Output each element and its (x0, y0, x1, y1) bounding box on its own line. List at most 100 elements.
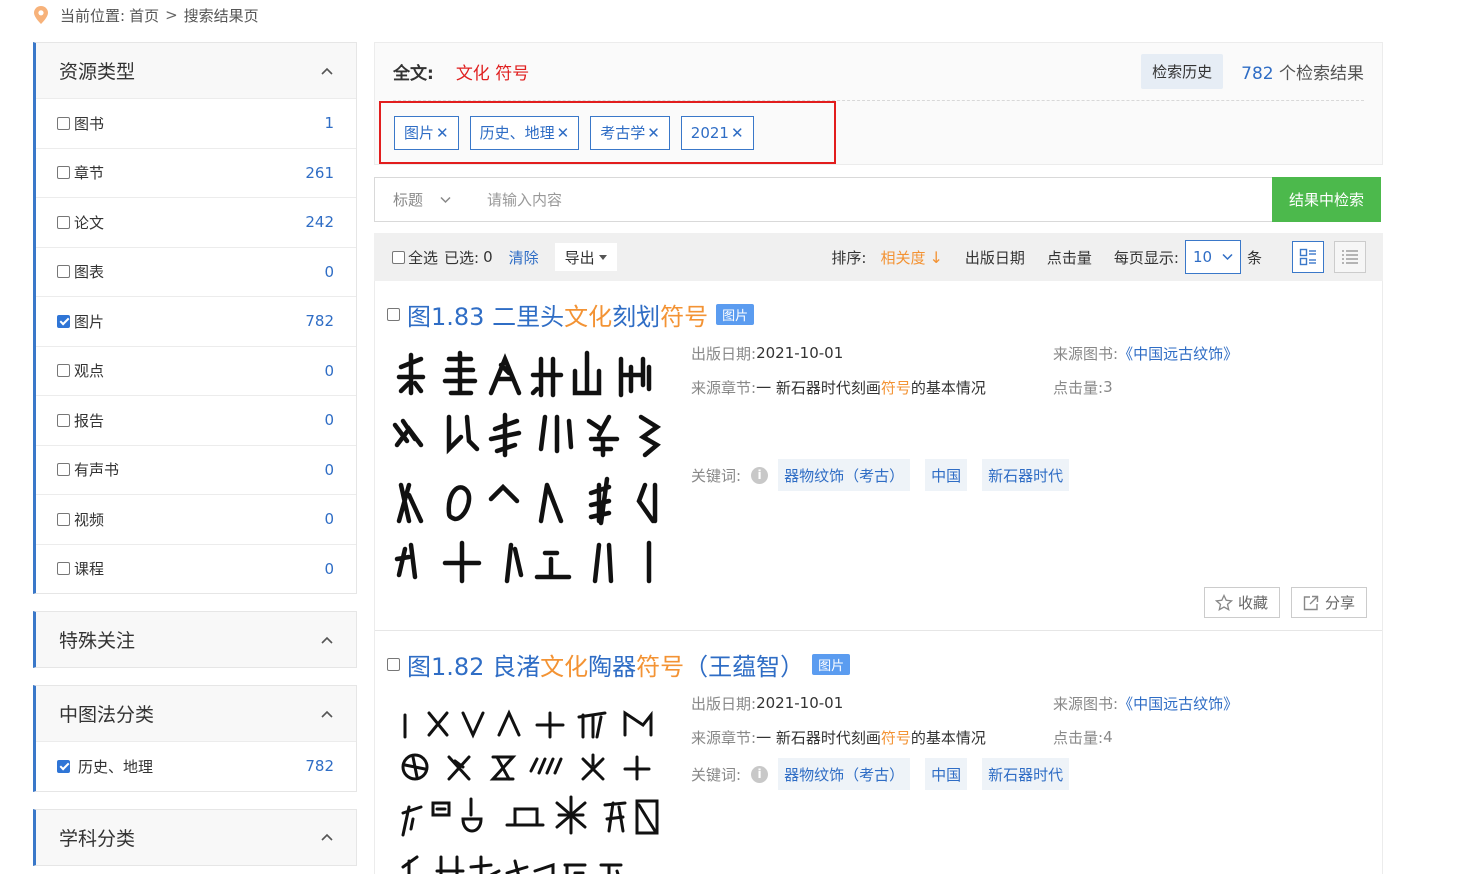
subject-header[interactable]: 学科分类 (36, 809, 356, 865)
close-icon[interactable]: ✕ (557, 124, 570, 142)
filter-label: 图表 (57, 261, 104, 282)
share-button[interactable]: 分享 (1290, 587, 1367, 618)
result-checkbox[interactable] (387, 658, 400, 671)
title-text[interactable]: 图1.82 良渚 (407, 647, 540, 682)
filter-row[interactable]: 章节 261 (36, 147, 356, 198)
keyword-tag[interactable]: 新石器时代 (982, 758, 1070, 790)
filter-row[interactable]: 论文 242 (36, 197, 356, 247)
filter-count: 0 (324, 460, 334, 479)
resource-type-header[interactable]: 资源类型 (36, 43, 356, 98)
chevron-up-icon[interactable] (320, 830, 334, 844)
per-page-select[interactable]: 10 (1184, 240, 1241, 274)
filter-label: 报告 (57, 410, 104, 431)
filter-tag[interactable]: 2021 ✕ (680, 115, 754, 150)
filter-row[interactable]: 图片 782 (36, 296, 356, 346)
title-highlight[interactable]: 符号 (660, 297, 708, 332)
sort-arrow-icon[interactable]: ↓ (929, 248, 942, 267)
filter-row[interactable]: 图书 1 (36, 98, 356, 148)
per-page-value: 10 (1192, 248, 1213, 266)
chevron-up-icon[interactable] (320, 633, 334, 647)
favorite-button[interactable]: 收藏 (1203, 587, 1280, 618)
title-text[interactable]: 陶器 (588, 647, 636, 682)
filter-tag-label: 图片 (404, 124, 435, 142)
filter-count: 1 (324, 114, 334, 133)
result-checkbox[interactable] (387, 308, 400, 321)
special-panel: 特殊关注 (33, 611, 357, 668)
checkbox[interactable] (57, 265, 70, 279)
title-text[interactable]: 图1.83 二里头 (407, 297, 564, 332)
filter-tag[interactable]: 图片 ✕ (394, 115, 459, 150)
detail-view-button[interactable] (1292, 241, 1324, 273)
filter-row[interactable]: 观点 0 (36, 345, 356, 396)
keyword-tag[interactable]: 新石器时代 (982, 459, 1070, 491)
result-thumbnail-image[interactable] (387, 345, 667, 585)
filter-label: 历史、地理 (57, 756, 153, 777)
source-chapter-value[interactable]: 一 新石器时代刻画符号的基本情况 (756, 727, 986, 748)
list-view-button[interactable] (1334, 241, 1366, 273)
sort-relevance[interactable]: 相关度 (880, 247, 925, 268)
title-highlight[interactable]: 符号 (636, 647, 684, 682)
source-book-link[interactable]: 《中国远古纹饰》 (1118, 343, 1238, 364)
title-text[interactable]: （王蕴智） (684, 647, 804, 682)
keyword-tag[interactable]: 器物纹饰（考古） (778, 758, 911, 790)
star-icon (1214, 593, 1233, 611)
checkbox[interactable] (57, 759, 70, 773)
result-meta-right: 来源图书: 《中国远古纹饰》 点击量: 3 (1053, 336, 1238, 404)
export-dropdown[interactable]: 导出 (554, 243, 617, 271)
checkbox[interactable] (57, 314, 70, 328)
info-icon[interactable]: i (751, 765, 769, 783)
title-text[interactable]: 刻划 (612, 297, 660, 332)
checkbox[interactable] (57, 215, 70, 229)
info-icon[interactable]: i (751, 466, 769, 484)
filter-row[interactable]: 视频 0 (36, 494, 356, 544)
keyword-tag[interactable]: 器物纹饰（考古） (778, 459, 911, 491)
keyword-tag[interactable]: 中国 (925, 459, 968, 491)
checkbox[interactable] (57, 512, 70, 526)
filter-tag[interactable]: 考古学 ✕ (590, 115, 670, 150)
clear-selection-link[interactable]: 清除 (509, 247, 539, 268)
chevron-up-icon[interactable] (320, 707, 334, 721)
result-count: 782 个检索结果 (1241, 59, 1364, 84)
checkbox[interactable] (57, 364, 70, 378)
source-chapter-value[interactable]: 一 新石器时代刻画符号的基本情况 (756, 377, 986, 398)
per-page-unit: 条 (1246, 248, 1262, 267)
filter-tag[interactable]: 历史、地理 ✕ (469, 115, 580, 150)
filter-row[interactable]: 历史、地理 782 (36, 741, 356, 791)
close-icon[interactable]: ✕ (731, 124, 744, 142)
chevron-up-icon[interactable] (320, 64, 334, 78)
keywords-label: 关键词: (691, 466, 742, 485)
result-title[interactable]: 图1.82 良渚 文化 陶器 符号 （王蕴智） 图片 (387, 647, 851, 682)
checkbox[interactable] (57, 413, 70, 427)
search-input[interactable] (465, 178, 1272, 221)
result-thumbnail-image[interactable] (387, 695, 667, 874)
checkbox[interactable] (57, 463, 70, 477)
close-icon[interactable]: ✕ (436, 124, 449, 142)
close-icon[interactable]: ✕ (647, 124, 660, 142)
pub-date-label: 出版日期: (691, 694, 757, 713)
clc-header[interactable]: 中图法分类 (36, 686, 356, 741)
select-all-label[interactable]: 全选 (408, 247, 438, 268)
checkbox[interactable] (57, 562, 70, 576)
chapter-text: 一 新石器时代刻画 (756, 728, 881, 747)
filter-row[interactable]: 报告 0 (36, 395, 356, 445)
sort-pub-date[interactable]: 出版日期 (965, 247, 1025, 268)
result-title[interactable]: 图1.83 二里头 文化 刻划 符号 图片 (387, 297, 755, 332)
filter-row[interactable]: 图表 0 (36, 246, 356, 297)
checkbox[interactable] (57, 116, 70, 130)
title-highlight[interactable]: 文化 (540, 647, 588, 682)
breadcrumb-home-link[interactable]: 首页 (129, 5, 159, 26)
field-select[interactable]: 标题 (375, 189, 465, 210)
search-history-button[interactable]: 检索历史 (1141, 54, 1224, 89)
sort-label: 排序: (831, 248, 867, 267)
keywords-label: 关键词: (691, 765, 742, 784)
checkbox[interactable] (57, 166, 70, 180)
select-all-checkbox[interactable] (392, 250, 405, 264)
search-in-results-button[interactable]: 结果中检索 (1272, 177, 1381, 222)
special-header[interactable]: 特殊关注 (36, 612, 356, 667)
source-book-link[interactable]: 《中国远古纹饰》 (1118, 693, 1238, 714)
keyword-tag[interactable]: 中国 (925, 758, 968, 790)
filter-row[interactable]: 有声书 0 (36, 444, 356, 495)
title-highlight[interactable]: 文化 (564, 297, 612, 332)
sort-clicks[interactable]: 点击量 (1047, 247, 1092, 268)
filter-row[interactable]: 课程 0 (36, 543, 356, 594)
